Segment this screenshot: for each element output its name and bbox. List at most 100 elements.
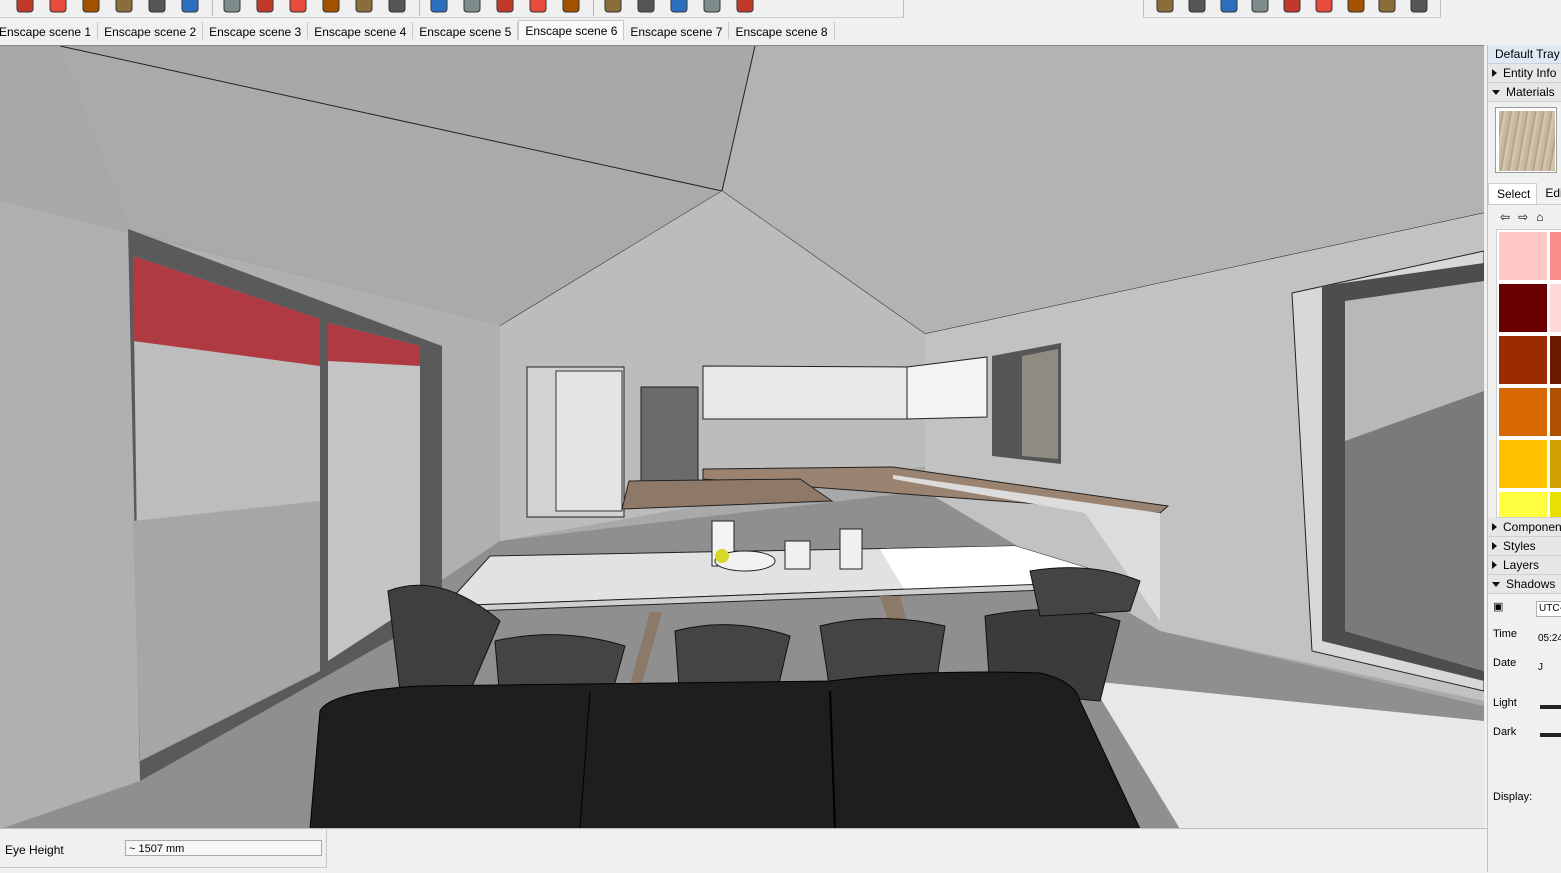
material-swatch[interactable] <box>1550 232 1561 280</box>
home-icon[interactable]: ⌂ <box>1536 210 1543 224</box>
materials-nav: ⇦ ⇨ ⌂ <box>1488 205 1561 229</box>
dark-slider[interactable] <box>1540 733 1561 737</box>
material-swatch-grid <box>1496 229 1561 518</box>
material-swatch[interactable] <box>1499 440 1547 488</box>
panel-components[interactable]: Components <box>1488 518 1561 537</box>
rotate-tool-icon[interactable] <box>221 0 245 14</box>
section-tool-icon[interactable] <box>1218 0 1241 14</box>
date-value[interactable]: J <box>1536 661 1561 675</box>
push-pull-tool-icon[interactable] <box>179 0 203 14</box>
zoom-extents-tool-icon[interactable] <box>560 0 584 14</box>
panel-label: Components <box>1503 520 1561 534</box>
walk-tool-icon[interactable] <box>1154 0 1177 14</box>
orbit-tool-icon[interactable] <box>461 0 485 14</box>
paint-bucket-tool-icon[interactable] <box>320 0 344 14</box>
panel-styles[interactable]: Styles <box>1488 537 1561 556</box>
collapsed-arrow-icon <box>1492 523 1497 531</box>
measurements-label: Eye Height <box>5 843 64 857</box>
material-swatch[interactable] <box>1499 284 1547 332</box>
panel-label: Entity Info <box>1503 66 1557 80</box>
materials-tabs: Select Edit <box>1488 183 1561 205</box>
material-swatch[interactable] <box>1550 492 1561 517</box>
panel-shadows[interactable]: Shadows <box>1488 575 1561 594</box>
scene-tab-7[interactable]: Enscape scene 7 <box>624 22 730 39</box>
shadows-settings: ▣ UTC- Time 05:24 Date J Light Dark Disp… <box>1488 594 1561 834</box>
panel-entity-info[interactable]: Entity Info <box>1488 64 1561 83</box>
tape-measure-tool-icon[interactable] <box>353 0 377 14</box>
measurements-box: Eye Height ~ 1507 mm <box>0 829 327 868</box>
back-arrow-icon[interactable]: ⇦ <box>1500 210 1510 224</box>
model-viewport[interactable] <box>0 45 1484 829</box>
material-swatch[interactable] <box>1499 336 1547 384</box>
wireframe-tool-icon[interactable] <box>1281 0 1304 14</box>
panel-layers[interactable]: Layers <box>1488 556 1561 575</box>
scene-tab-5[interactable]: Enscape scene 5 <box>413 22 519 39</box>
panel-label: Materials <box>1506 85 1555 99</box>
panel-materials[interactable]: Materials <box>1488 83 1561 102</box>
zoom-tool-icon[interactable] <box>527 0 551 14</box>
toolbar-separator <box>419 0 420 16</box>
share-tool-icon[interactable] <box>668 0 692 14</box>
shadow-toggle-icon[interactable]: ▣ <box>1493 600 1503 613</box>
panel-label: Shadows <box>1506 577 1556 591</box>
light-slider[interactable] <box>1540 705 1561 709</box>
xray-tool-icon[interactable] <box>1249 0 1272 14</box>
interact-tool-icon[interactable] <box>1408 0 1431 14</box>
material-swatch[interactable] <box>1550 388 1561 436</box>
account-tool-icon[interactable] <box>734 0 758 14</box>
scene-tab-4[interactable]: Enscape scene 4 <box>308 22 414 39</box>
view-toolbar <box>1143 0 1441 18</box>
time-value[interactable]: 05:24 <box>1536 632 1561 646</box>
date-label: Date <box>1493 657 1517 669</box>
panel-label: Layers <box>1503 558 1540 572</box>
current-material-preview[interactable] <box>1495 107 1557 173</box>
select-tool-icon[interactable] <box>14 0 38 14</box>
expanded-arrow-icon <box>1492 581 1500 587</box>
line-tool-icon[interactable] <box>80 0 104 14</box>
default-tray: Default Tray Entity Info Materials Selec… <box>1487 45 1561 872</box>
move-tool-icon[interactable] <box>254 0 278 14</box>
eraser-tool-icon[interactable] <box>47 0 71 14</box>
pan-tool-icon[interactable] <box>494 0 518 14</box>
material-swatch[interactable] <box>1499 232 1547 280</box>
tab-edit[interactable]: Edit <box>1537 183 1561 204</box>
material-swatch[interactable] <box>1499 492 1547 517</box>
tab-select[interactable]: Select <box>1488 183 1538 204</box>
rectangle-tool-icon[interactable] <box>146 0 170 14</box>
position-camera-tool-icon[interactable] <box>1186 0 1209 14</box>
wood-texture-swatch <box>1499 111 1555 171</box>
collapsed-arrow-icon <box>1492 542 1497 550</box>
main-toolbar <box>0 0 904 18</box>
scene-tab-6[interactable]: Enscape scene 6 <box>518 20 625 40</box>
extension-tool-icon[interactable] <box>635 0 659 14</box>
follow-me-tool-icon[interactable] <box>287 0 311 14</box>
collapsed-arrow-icon <box>1492 561 1497 569</box>
scene-tab-8[interactable]: Enscape scene 8 <box>729 22 835 39</box>
material-swatch[interactable] <box>1550 440 1561 488</box>
material-swatch[interactable] <box>1550 336 1561 384</box>
display-label: Display: <box>1493 791 1533 803</box>
monochrome-tool-icon[interactable] <box>1376 0 1399 14</box>
panel-label: Styles <box>1503 539 1536 553</box>
forward-arrow-icon[interactable]: ⇨ <box>1518 210 1528 224</box>
ruby-tool-icon[interactable] <box>701 0 725 14</box>
scene-tab-3[interactable]: Enscape scene 3 <box>203 22 309 39</box>
scene-tabs: Enscape scene 1 Enscape scene 2 Enscape … <box>0 20 835 42</box>
text-tool-icon[interactable] <box>386 0 410 14</box>
utc-field[interactable]: UTC- <box>1536 601 1561 617</box>
warehouse-tool-icon[interactable] <box>602 0 626 14</box>
hidden-line-tool-icon[interactable] <box>1313 0 1336 14</box>
scene-tab-2[interactable]: Enscape scene 2 <box>98 22 204 39</box>
arc-tool-icon[interactable] <box>113 0 137 14</box>
viewport-render <box>0 46 1484 829</box>
time-label: Time <box>1493 628 1518 640</box>
paint-tool-icon[interactable] <box>428 0 452 14</box>
scene-tab-1[interactable]: Enscape scene 1 <box>0 22 99 39</box>
material-swatch[interactable] <box>1499 388 1547 436</box>
measurements-input[interactable]: ~ 1507 mm <box>125 840 322 856</box>
expanded-arrow-icon <box>1492 89 1500 95</box>
material-swatch[interactable] <box>1550 284 1561 332</box>
shaded-tool-icon[interactable] <box>1345 0 1368 14</box>
light-label: Light <box>1493 697 1517 709</box>
toolbar-separator <box>212 0 213 16</box>
